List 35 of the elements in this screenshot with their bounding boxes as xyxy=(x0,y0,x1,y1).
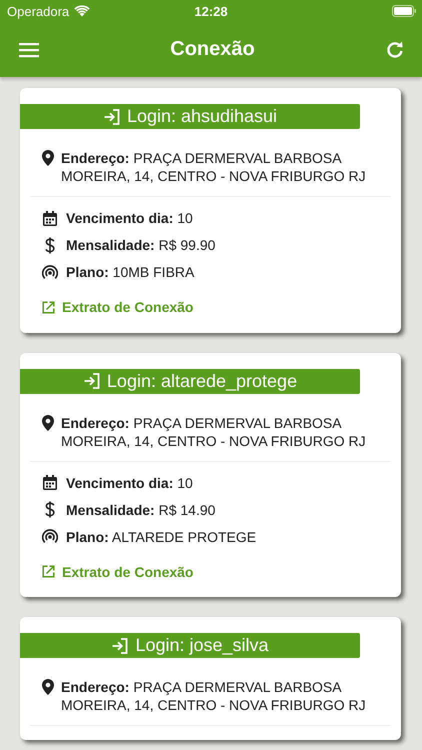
carrier-name: Operadora xyxy=(7,4,70,18)
calendar-icon xyxy=(43,475,57,490)
status-time: 12:28 xyxy=(194,4,228,18)
address-text: Endereço: PRAÇA DERMERVAL BARBOSA MOREIRA, 14, CENTRO - NOVA FRIBURGO RJ xyxy=(61,414,367,450)
detail-text: Plano: 10MB FIBRA xyxy=(66,264,194,280)
external-link-icon xyxy=(42,565,55,578)
login-icon xyxy=(82,372,101,390)
login-name: Login: ahsudihasui xyxy=(126,106,278,127)
location-pin-icon xyxy=(42,679,54,695)
dollar-icon xyxy=(45,236,55,254)
detail-text: Mensalidade: R$ 14.90 xyxy=(66,502,216,518)
location-pin-icon xyxy=(42,150,54,166)
statement-link[interactable]: Extrato de Conexão xyxy=(42,564,194,580)
login-icon xyxy=(102,108,121,126)
detail-text: Mensalidade: R$ 99.90 xyxy=(66,237,216,253)
detail-text: Vencimento dia: 10 xyxy=(66,474,193,490)
external-link-icon xyxy=(42,300,55,314)
screen-title: Conexão xyxy=(170,38,255,61)
detail-text: Vencimento dia: 10 xyxy=(66,210,193,226)
location-pin-icon xyxy=(42,414,54,430)
broadcast-icon xyxy=(42,264,58,280)
address-text: Endereço: PRAÇA DERMERVAL BARBOSA MOREIRA, 14, CENTRO - NOVA FRIBURGO RJ xyxy=(61,149,367,185)
calendar-icon xyxy=(43,210,57,226)
detail-text: Plano: ALTAREDE PROTEGE xyxy=(66,528,256,544)
wifi-icon xyxy=(74,5,90,17)
login-name: Login: altarede_protege xyxy=(106,370,298,392)
broadcast-icon xyxy=(42,529,58,544)
login-name: Login: jose_silva xyxy=(135,635,269,656)
address-text: Endereço: PRAÇA DERMERVAL BARBOSA MOREIRA, 14, CENTRO - NOVA FRIBURGO RJ xyxy=(61,678,367,714)
statement-link[interactable]: Extrato de Conexão xyxy=(42,299,194,315)
battery-icon xyxy=(392,5,416,17)
login-icon xyxy=(111,636,130,654)
dollar-icon xyxy=(45,501,55,518)
refresh-icon[interactable] xyxy=(386,40,404,58)
menu-icon[interactable] xyxy=(19,42,39,58)
